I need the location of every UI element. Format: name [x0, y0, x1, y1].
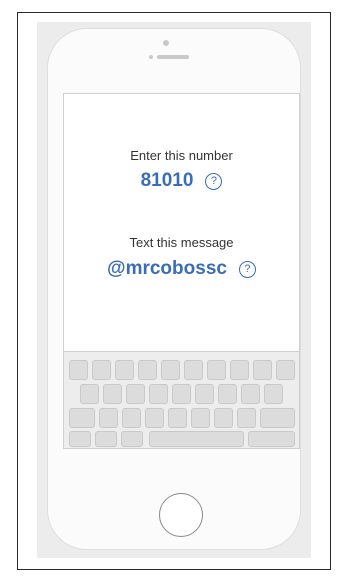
camera-dot: [163, 40, 169, 46]
keyboard-key: [126, 384, 145, 404]
keyword-message: @mrcobossc: [107, 258, 227, 279]
keyboard-key: [69, 360, 88, 380]
keyboard-key: [195, 384, 214, 404]
short-code-number: 81010: [140, 170, 194, 191]
keyboard-key: [191, 408, 210, 428]
keyboard-key: [69, 431, 91, 447]
keyboard-key: [172, 384, 191, 404]
keyboard-backspace-key: [260, 408, 295, 428]
keyboard-key: [264, 384, 283, 404]
keyboard-key: [80, 384, 99, 404]
question-circle-icon[interactable]: ?: [205, 172, 223, 190]
keyboard-key: [115, 360, 134, 380]
keyboard-illustration: [63, 351, 300, 449]
home-button-icon: [159, 493, 203, 537]
keyboard-shift-key: [69, 408, 95, 428]
keyboard-key: [138, 360, 157, 380]
keyboard-key: [241, 384, 260, 404]
question-circle-icon[interactable]: ?: [238, 260, 256, 278]
keyboard-key: [276, 360, 295, 380]
keyboard-key: [99, 408, 118, 428]
text-message-label: Text this message: [129, 235, 234, 250]
speaker-grille: [157, 55, 189, 59]
sensor-dot: [149, 55, 153, 59]
keyboard-key: [207, 360, 226, 380]
keyboard-key: [237, 408, 256, 428]
keyboard-key: [149, 384, 168, 404]
keyboard-key: [121, 431, 143, 447]
keyboard-key: [122, 408, 141, 428]
message-row: @mrcobossc?: [64, 258, 299, 280]
keyboard-key: [253, 360, 272, 380]
keyboard-key: [92, 360, 111, 380]
keyboard-key: [161, 360, 180, 380]
keyboard-key: [145, 408, 164, 428]
keyboard-key: [103, 384, 122, 404]
keyboard-key: [230, 360, 249, 380]
keyboard-space-key: [149, 431, 244, 447]
keyboard-key: [168, 408, 187, 428]
keyboard-key: [95, 431, 117, 447]
number-row: 81010?: [64, 170, 299, 192]
keyboard-return-key: [248, 431, 295, 447]
enter-number-label: Enter this number: [130, 148, 233, 163]
keyboard-key: [214, 408, 233, 428]
keyboard-key: [184, 360, 203, 380]
keyboard-key: [218, 384, 237, 404]
